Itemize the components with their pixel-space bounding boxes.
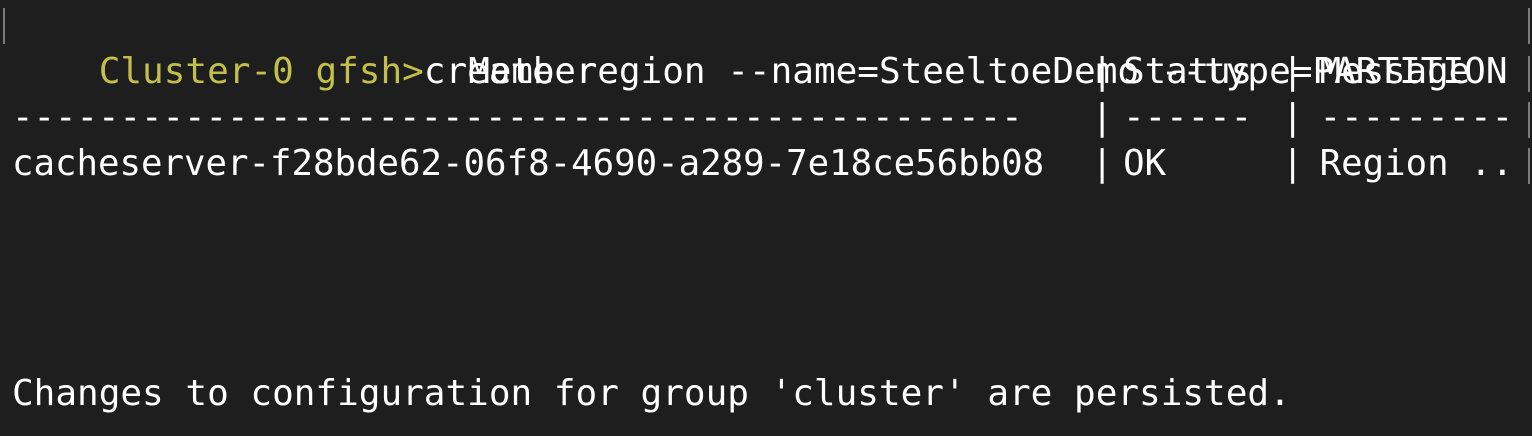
right-edge-marker [1528, 102, 1530, 138]
column-header-member: Member [468, 51, 598, 92]
column-separator: | [1091, 51, 1113, 92]
column-header-message: Message [1319, 51, 1471, 92]
left-edge-marker [3, 8, 5, 44]
terminal-window[interactable]: Cluster-0 gfsh>create region --name=Stee… [0, 0, 1532, 436]
right-edge-marker [1528, 148, 1530, 184]
column-separator: | [1091, 143, 1113, 184]
table-row: cacheserver-f28bde62-06f8-4690-a289-7e18… [12, 141, 1520, 187]
divider-message: --------- [1319, 97, 1514, 138]
status-message: Changes to configuration for group 'clus… [12, 373, 1291, 414]
column-separator: | [1281, 143, 1304, 184]
table-header-row: Member | Status | Message [12, 49, 1520, 95]
divider-status: ------ [1123, 97, 1253, 138]
cell-message: Region .. [1319, 143, 1514, 184]
column-separator: | [1281, 97, 1304, 138]
column-separator: | [1091, 97, 1113, 138]
right-edge-marker [1528, 56, 1530, 92]
divider-member: ----------------------------------------… [12, 97, 1023, 138]
cell-status: OK [1123, 143, 1167, 184]
column-header-status: Status [1123, 51, 1253, 92]
table-divider-row: ----------------------------------------… [12, 95, 1520, 141]
column-separator: | [1281, 51, 1304, 92]
command-line[interactable]: Cluster-0 gfsh>create region --name=Stee… [12, 3, 1508, 92]
cell-member: cacheserver-f28bde62-06f8-4690-a289-7e18… [12, 143, 1045, 184]
right-edge-marker [1528, 8, 1530, 44]
